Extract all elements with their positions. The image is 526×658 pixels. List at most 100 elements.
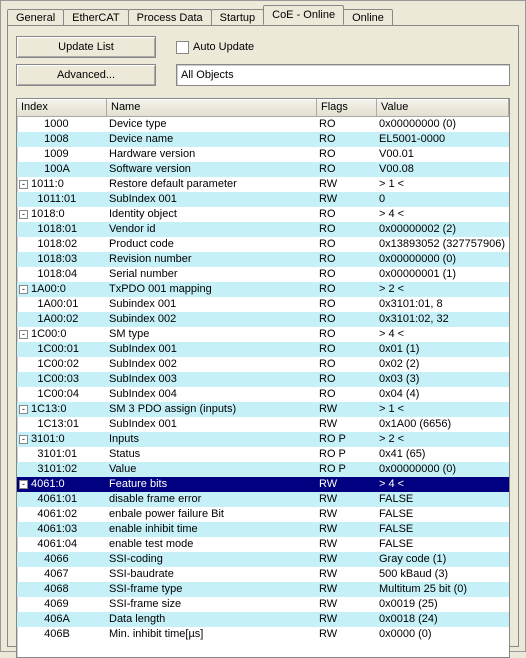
list-body[interactable]: 1000Device typeRO0x00000000 (0) 1008Devi… xyxy=(17,117,509,657)
flags-cell: RO xyxy=(317,147,377,162)
value-cell: 0x02 (2) xyxy=(377,357,509,372)
index-cell: 1000 xyxy=(17,117,107,132)
advanced-button[interactable]: Advanced... xyxy=(16,64,156,86)
name-cell: enable test mode xyxy=(107,537,317,552)
header-name[interactable]: Name xyxy=(107,99,317,116)
table-row[interactable]: 4061:01disable frame errorRWFALSE xyxy=(17,492,509,507)
name-cell: Serial number xyxy=(107,267,317,282)
value-cell: 0x00000000 (0) xyxy=(377,117,509,132)
name-cell: Feature bits xyxy=(107,477,317,492)
flags-cell: RW xyxy=(317,192,377,207)
tab-online[interactable]: Online xyxy=(343,9,393,26)
collapse-icon[interactable]: - xyxy=(19,480,28,489)
tab-ethercat[interactable]: EtherCAT xyxy=(63,9,128,26)
table-row[interactable]: 4061:03enable inhibit timeRWFALSE xyxy=(17,522,509,537)
collapse-icon[interactable]: - xyxy=(19,330,28,339)
value-cell: 0x0018 (24) xyxy=(377,612,509,627)
name-cell: Subindex 002 xyxy=(107,312,317,327)
table-row[interactable]: - 1C13:0SM 3 PDO assign (inputs)RW> 1 < xyxy=(17,402,509,417)
value-cell: V00.01 xyxy=(377,147,509,162)
table-row[interactable]: - 1C00:0SM typeRO> 4 < xyxy=(17,327,509,342)
header-index[interactable]: Index xyxy=(17,99,107,116)
table-row[interactable]: 1018:03Revision numberRO0x00000000 (0) xyxy=(17,252,509,267)
tab-process-data[interactable]: Process Data xyxy=(128,9,212,26)
table-row[interactable]: 1A00:02Subindex 002RO0x3101:02, 32 xyxy=(17,312,509,327)
index-cell: 1008 xyxy=(17,132,107,147)
collapse-icon[interactable]: - xyxy=(19,210,28,219)
table-row[interactable]: 1C13:01SubIndex 001RW0x1A00 (6656) xyxy=(17,417,509,432)
table-row[interactable]: 1011:01SubIndex 001RW0 xyxy=(17,192,509,207)
table-row[interactable]: 1018:04Serial numberRO0x00000001 (1) xyxy=(17,267,509,282)
table-row[interactable]: 1018:02Product codeRO0x13893052 (3277579… xyxy=(17,237,509,252)
name-cell: SubIndex 001 xyxy=(107,192,317,207)
table-row[interactable]: 1018:01Vendor idRO0x00000002 (2) xyxy=(17,222,509,237)
tab-general[interactable]: General xyxy=(7,9,64,26)
index-cell: 1C00:03 xyxy=(17,372,107,387)
flags-cell: RW xyxy=(317,522,377,537)
value-cell: EL5001-0000 xyxy=(377,132,509,147)
table-row[interactable]: 4067SSI-baudrateRW500 kBaud (3) xyxy=(17,567,509,582)
flags-cell: RW xyxy=(317,402,377,417)
tab-startup[interactable]: Startup xyxy=(211,9,264,26)
name-cell: TxPDO 001 mapping xyxy=(107,282,317,297)
flags-cell: RW xyxy=(317,567,377,582)
table-row[interactable]: 4066SSI-codingRWGray code (1) xyxy=(17,552,509,567)
tab-coe-online[interactable]: CoE - Online xyxy=(263,5,344,25)
value-cell: 0x0019 (25) xyxy=(377,597,509,612)
value-cell: > 1 < xyxy=(377,177,509,192)
value-cell: 0x01 (1) xyxy=(377,342,509,357)
name-cell: Software version xyxy=(107,162,317,177)
table-row[interactable]: - 3101:0InputsRO P> 2 < xyxy=(17,432,509,447)
table-row[interactable]: 1C00:03SubIndex 003RO0x03 (3) xyxy=(17,372,509,387)
table-row[interactable]: - 4061:0Feature bitsRW> 4 < xyxy=(17,477,509,492)
table-row[interactable]: 3101:01StatusRO P0x41 (65) xyxy=(17,447,509,462)
index-cell: - 4061:0 xyxy=(17,477,107,492)
table-row[interactable]: - 1011:0Restore default parameterRW> 1 < xyxy=(17,177,509,192)
value-cell: V00.08 xyxy=(377,162,509,177)
table-row[interactable]: 1009Hardware versionROV00.01 xyxy=(17,147,509,162)
name-cell: Subindex 001 xyxy=(107,297,317,312)
flags-cell: RO xyxy=(317,342,377,357)
flags-cell: RW xyxy=(317,417,377,432)
name-cell: Min. inhibit time[µs] xyxy=(107,627,317,642)
table-row[interactable]: 4061:04enable test modeRWFALSE xyxy=(17,537,509,552)
index-cell: - 1C00:0 xyxy=(17,327,107,342)
value-cell: > 2 < xyxy=(377,282,509,297)
value-cell: 0 xyxy=(377,192,509,207)
table-row[interactable]: 1A00:01Subindex 001RO0x3101:01, 8 xyxy=(17,297,509,312)
table-row[interactable]: 406BMin. inhibit time[µs]RW0x0000 (0) xyxy=(17,627,509,642)
value-cell: 0x00000002 (2) xyxy=(377,222,509,237)
table-row[interactable]: - 1A00:0TxPDO 001 mappingRO> 2 < xyxy=(17,282,509,297)
index-cell: 406B xyxy=(17,627,107,642)
collapse-icon[interactable]: - xyxy=(19,405,28,414)
index-cell: 406A xyxy=(17,612,107,627)
table-row[interactable]: 1008Device nameROEL5001-0000 xyxy=(17,132,509,147)
auto-update-checkbox[interactable]: Auto Update xyxy=(176,41,254,54)
collapse-icon[interactable]: - xyxy=(19,285,28,294)
table-row[interactable]: 100ASoftware versionROV00.08 xyxy=(17,162,509,177)
update-list-button[interactable]: Update List xyxy=(16,36,156,58)
header-value[interactable]: Value xyxy=(377,99,509,116)
header-flags[interactable]: Flags xyxy=(317,99,377,116)
filter-input[interactable] xyxy=(176,64,510,86)
collapse-icon[interactable]: - xyxy=(19,180,28,189)
table-row[interactable]: 406AData lengthRW0x0018 (24) xyxy=(17,612,509,627)
name-cell: Device type xyxy=(107,117,317,132)
flags-cell: RW xyxy=(317,627,377,642)
table-row[interactable]: - 1018:0Identity objectRO> 4 < xyxy=(17,207,509,222)
table-row[interactable]: 3101:02ValueRO P0x00000000 (0) xyxy=(17,462,509,477)
name-cell: SubIndex 003 xyxy=(107,372,317,387)
collapse-icon[interactable]: - xyxy=(19,435,28,444)
index-cell: 4066 xyxy=(17,552,107,567)
table-row[interactable]: 1C00:02SubIndex 002RO0x02 (2) xyxy=(17,357,509,372)
table-row[interactable]: 1C00:01SubIndex 001RO0x01 (1) xyxy=(17,342,509,357)
table-row[interactable]: 4069SSI-frame sizeRW0x0019 (25) xyxy=(17,597,509,612)
flags-cell: RO xyxy=(317,297,377,312)
table-row[interactable]: 4061:02enbale power failure BitRWFALSE xyxy=(17,507,509,522)
table-row[interactable]: 1C00:04SubIndex 004RO0x04 (4) xyxy=(17,387,509,402)
table-row[interactable]: 4068SSI-frame typeRWMultitum 25 bit (0) xyxy=(17,582,509,597)
value-cell: FALSE xyxy=(377,537,509,552)
table-row[interactable]: 1000Device typeRO0x00000000 (0) xyxy=(17,117,509,132)
index-cell: 4061:01 xyxy=(17,492,107,507)
index-cell: 3101:02 xyxy=(17,462,107,477)
